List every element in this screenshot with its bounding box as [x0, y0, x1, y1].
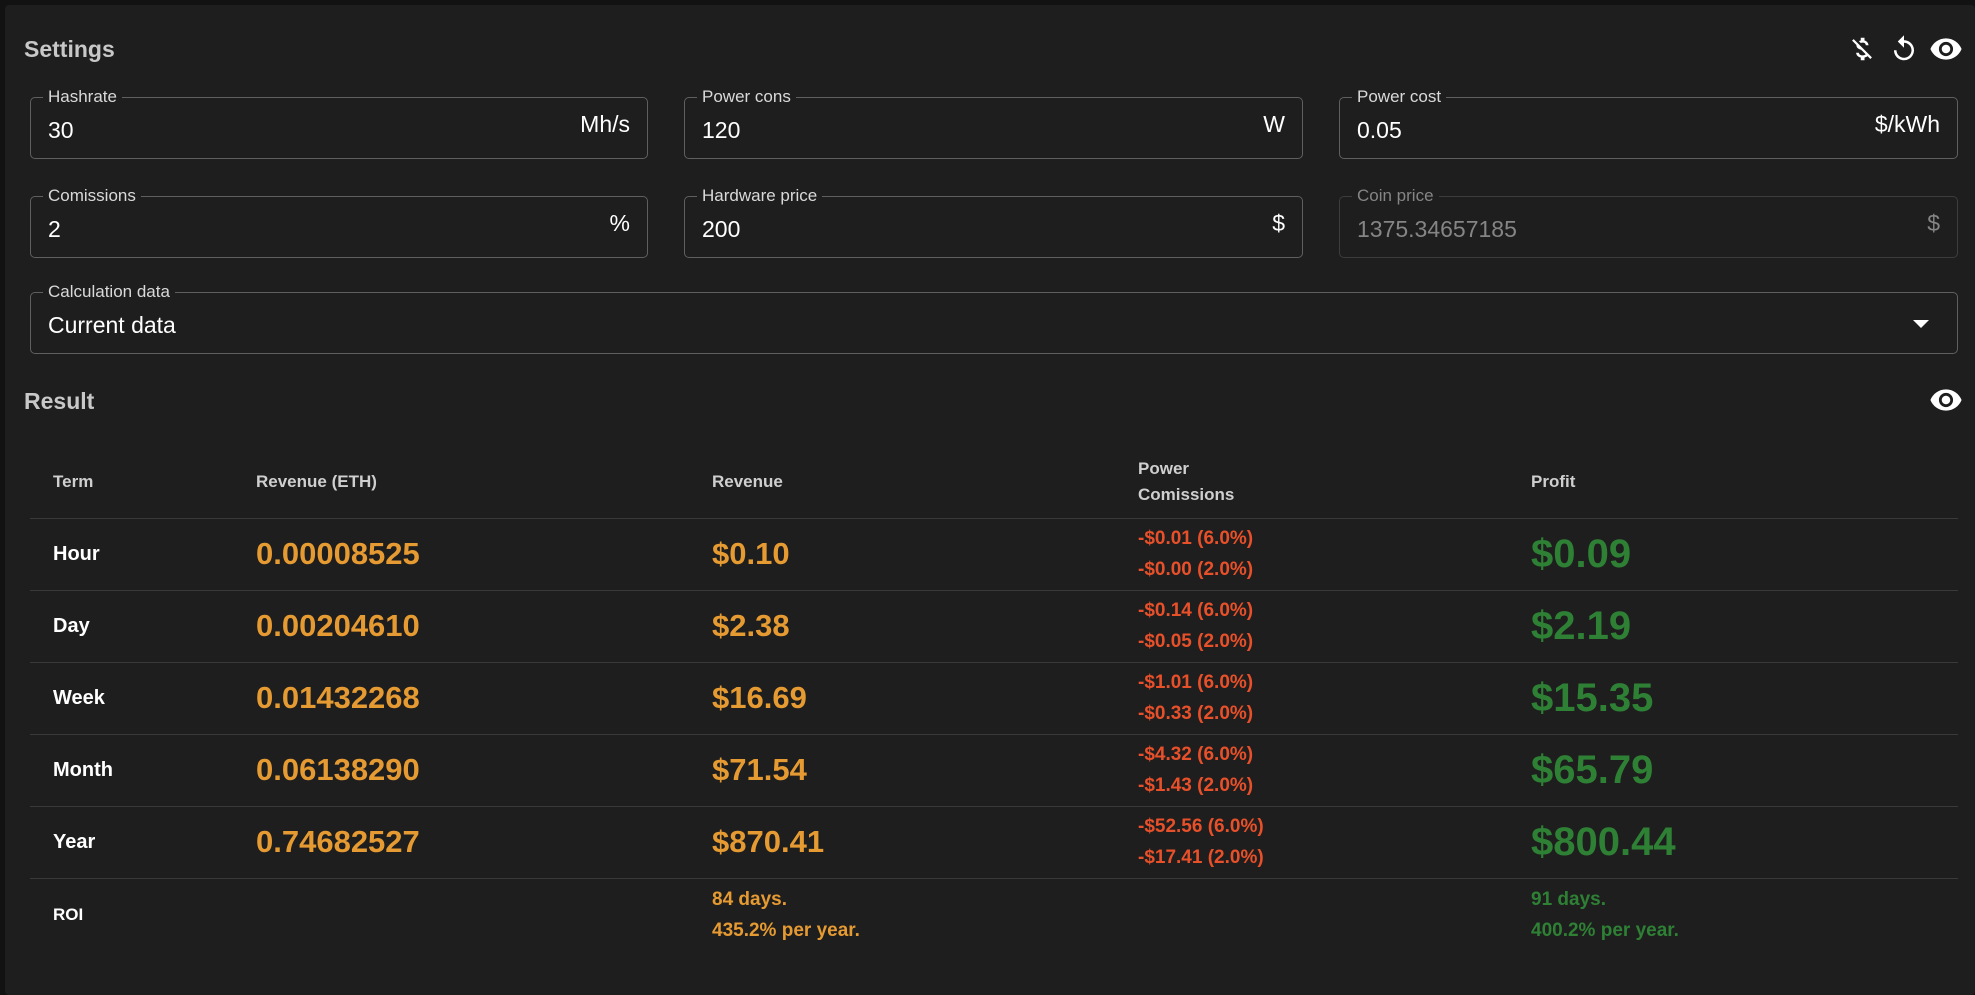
- roi-profit-days: 91 days.: [1531, 889, 1606, 911]
- row-profit: $0.09: [1531, 531, 1632, 576]
- roi-revenue-per-year: 435.2% per year.: [712, 920, 860, 942]
- hardware-price-value[interactable]: 200: [702, 215, 740, 243]
- hashrate-value[interactable]: 30: [48, 116, 74, 144]
- header-costs: Power Comissions: [1138, 446, 1531, 519]
- row-comissions-cost: -$0.05 (2.0%): [1138, 631, 1254, 652]
- coin-price-field: Coin price 1375.34657185 $: [1339, 186, 1958, 258]
- row-term: Hour: [53, 542, 100, 565]
- row-term: Week: [53, 686, 105, 709]
- hashrate-unit: Mh/s: [580, 111, 630, 137]
- hardware-price-unit: $: [1272, 210, 1285, 236]
- calculation-data-select[interactable]: Calculation data Current data: [30, 282, 1958, 354]
- result-title: Result: [24, 388, 95, 414]
- row-power-cost: -$0.14 (6.0%): [1138, 600, 1254, 621]
- row-power-cost: -$0.01 (6.0%): [1138, 528, 1254, 549]
- hashrate-field[interactable]: Hashrate 30 Mh/s: [30, 87, 648, 159]
- row-power-cost: -$1.01 (6.0%): [1138, 672, 1254, 693]
- row-profit: $15.35: [1531, 675, 1654, 720]
- row-profit: $2.19: [1531, 603, 1632, 648]
- table-row: Hour 0.00008525 $0.10 -$0.01 (6.0%) -$0.…: [30, 518, 1958, 591]
- money-off-icon[interactable]: [1844, 31, 1880, 67]
- comissions-unit: %: [609, 210, 630, 236]
- header-revenue-eth: Revenue (ETH): [256, 446, 712, 519]
- row-power-cost: -$4.32 (6.0%): [1138, 744, 1254, 765]
- row-comissions-cost: -$1.43 (2.0%): [1138, 775, 1254, 796]
- roi-row: ROI 84 days. 435.2% per year. 91 days. 4…: [30, 878, 1958, 952]
- row-comissions-cost: -$0.33 (2.0%): [1138, 703, 1254, 724]
- visibility-icon[interactable]: [1928, 31, 1964, 67]
- calculation-data-value: Current data: [48, 312, 176, 338]
- power-cons-label: Power cons: [697, 87, 796, 107]
- row-comissions-cost: -$0.00 (2.0%): [1138, 559, 1254, 580]
- power-cons-value[interactable]: 120: [702, 116, 740, 144]
- table-row: Month 0.06138290 $71.54 -$4.32 (6.0%) -$…: [30, 734, 1958, 807]
- header-profit: Profit: [1531, 446, 1958, 519]
- header-power: Power: [1138, 458, 1190, 478]
- row-revenue-eth: 0.00008525: [256, 536, 420, 571]
- coin-price-value: 1375.34657185: [1357, 216, 1517, 242]
- row-term: Month: [53, 758, 113, 781]
- roi-profit-per-year: 400.2% per year.: [1531, 920, 1679, 942]
- calculation-data-label: Calculation data: [43, 282, 175, 302]
- comissions-value[interactable]: 2: [48, 215, 61, 243]
- row-revenue: $870.41: [712, 824, 825, 859]
- hashrate-label: Hashrate: [43, 87, 122, 107]
- row-profit: $800.44: [1531, 819, 1676, 864]
- coin-price-label: Coin price: [1352, 186, 1439, 206]
- row-profit: $65.79: [1531, 747, 1654, 792]
- coin-price-unit: $: [1927, 210, 1940, 236]
- reset-icon[interactable]: [1886, 31, 1922, 67]
- power-cost-field[interactable]: Power cost 0.05 $/kWh: [1339, 87, 1958, 159]
- row-term: Day: [53, 614, 90, 637]
- row-revenue: $0.10: [712, 536, 790, 571]
- comissions-field[interactable]: Comissions 2 %: [30, 186, 648, 258]
- row-revenue-eth: 0.74682527: [256, 824, 420, 859]
- settings-title: Settings: [24, 36, 115, 62]
- row-revenue: $2.38: [712, 608, 790, 643]
- header-revenue: Revenue: [712, 446, 1138, 519]
- power-cost-value[interactable]: 0.05: [1357, 116, 1402, 144]
- power-cons-unit: W: [1263, 111, 1285, 137]
- table-row: Week 0.01432268 $16.69 -$1.01 (6.0%) -$0…: [30, 662, 1958, 735]
- header-comissions: Comissions: [1138, 484, 1235, 504]
- row-term: Year: [53, 830, 96, 853]
- roi-revenue-days: 84 days.: [712, 889, 787, 911]
- power-cost-label: Power cost: [1352, 87, 1447, 107]
- row-comissions-cost: -$17.41 (2.0%): [1138, 847, 1264, 868]
- table-header-row: Term Revenue (ETH) Revenue Power Comissi…: [30, 446, 1958, 519]
- row-revenue-eth: 0.00204610: [256, 608, 420, 643]
- header-term: Term: [30, 446, 256, 519]
- row-revenue-eth: 0.06138290: [256, 752, 420, 787]
- row-revenue: $16.69: [712, 680, 807, 715]
- row-revenue-eth: 0.01432268: [256, 680, 420, 715]
- row-revenue: $71.54: [712, 752, 807, 787]
- hardware-price-field[interactable]: Hardware price 200 $: [684, 186, 1303, 258]
- power-cons-field[interactable]: Power cons 120 W: [684, 87, 1303, 159]
- row-power-cost: -$52.56 (6.0%): [1138, 816, 1264, 837]
- table-row: Day 0.00204610 $2.38 -$0.14 (6.0%) -$0.0…: [30, 590, 1958, 663]
- power-cost-unit: $/kWh: [1874, 111, 1940, 137]
- results-table: Term Revenue (ETH) Revenue Power Comissi…: [30, 446, 1958, 952]
- hardware-price-label: Hardware price: [697, 186, 823, 206]
- comissions-label: Comissions: [43, 186, 141, 206]
- table-row: Year 0.74682527 $870.41 -$52.56 (6.0%) -…: [30, 806, 1958, 879]
- roi-label: ROI: [53, 905, 84, 925]
- chevron-down-icon: [1913, 320, 1929, 328]
- visibility-icon[interactable]: [1928, 382, 1964, 418]
